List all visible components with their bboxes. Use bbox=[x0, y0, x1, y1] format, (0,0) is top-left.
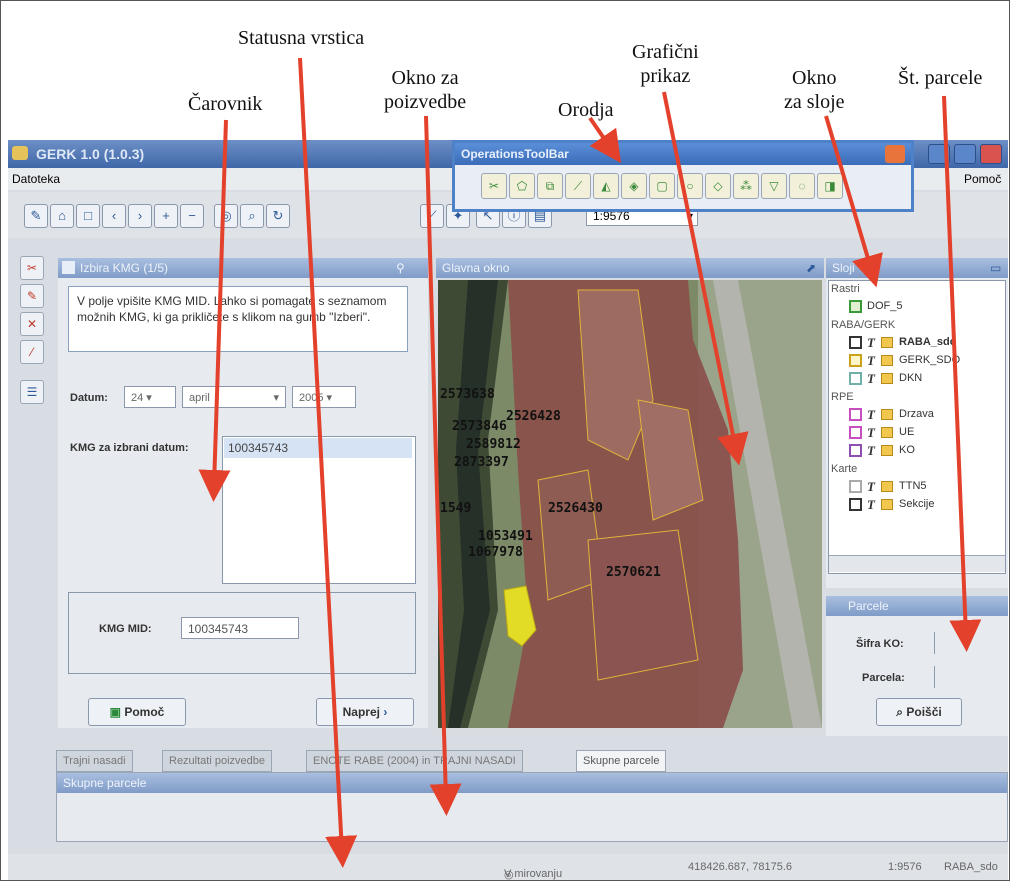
arrow-carovnik bbox=[198, 119, 231, 502]
arrow-okno-za-sloje bbox=[824, 115, 883, 288]
arrow-st-parcele bbox=[942, 95, 982, 652]
arrow-okno-za-poizvedbe bbox=[424, 115, 462, 816]
annotation-arrows bbox=[198, 57, 982, 868]
arrow-graficni-prikaz bbox=[662, 91, 749, 466]
arrow-orodja bbox=[588, 116, 622, 164]
arrow-statusna-vrstica bbox=[298, 57, 358, 868]
